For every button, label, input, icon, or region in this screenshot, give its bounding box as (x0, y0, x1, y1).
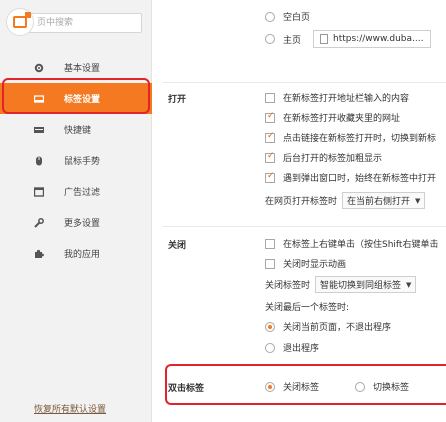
dblclick-option[interactable]: 切换标签 (355, 380, 409, 393)
home-url-value: https://www.duba.... (333, 34, 424, 44)
option-label: 后台打开的标签加粗显示 (283, 154, 383, 164)
option-label: 在新标签打开地址栏输入的内容 (283, 94, 410, 104)
puzzle-icon (35, 249, 44, 258)
select-value: 智能切换到同组标签 (320, 281, 402, 291)
radio-button[interactable] (265, 11, 275, 22)
option-label: 关闭时显示动画 (283, 260, 347, 270)
open-position-label: 在网页打开标签时 (265, 197, 338, 207)
settings-nav: 基本设置 标签设置 快捷键 鼠标手势 广告过滤 更多设置 我的应用 (0, 52, 152, 269)
close-option[interactable]: 关闭时显示动画 (265, 257, 346, 270)
section-title-open: 打开 (168, 95, 187, 105)
open-option[interactable]: 在新标签打开收藏夹里的网址 (265, 111, 400, 124)
select-value: 在当前右侧打开 (347, 197, 411, 207)
sidebar-item-apps[interactable]: 我的应用 (0, 238, 152, 269)
checkbox[interactable] (265, 111, 275, 123)
browser-logo (6, 8, 34, 36)
close-tab-row: 关闭标签时 智能切换到同组标签 ▼ (265, 276, 417, 293)
sidebar-item-shortcuts[interactable]: 快捷键 (0, 114, 152, 145)
search-input[interactable]: 页中搜索 (18, 13, 142, 33)
option-label: 关闭标签 (283, 383, 320, 393)
radio-button[interactable] (355, 381, 365, 392)
open-position-select[interactable]: 在当前右侧打开 ▼ (342, 192, 426, 209)
open-option[interactable]: 在新标签打开地址栏输入的内容 (265, 91, 409, 104)
sidebar: 页中搜索 基本设置 标签设置 快捷键 鼠标手势 广告过滤 更多设置 我的应用 恢… (0, 0, 152, 422)
sidebar-item-tabs[interactable]: 标签设置 (0, 83, 152, 114)
settings-content: 空白页 主页 https://www.duba.... 打开 在新标签打开地址栏… (153, 0, 446, 422)
option-label: 退出程序 (283, 344, 320, 354)
page-icon (320, 34, 329, 44)
option-label: 点击链接在新标签打开时，切换到新标 (283, 134, 437, 144)
wrench-icon (34, 217, 44, 228)
dropdown-arrow-icon: ▼ (415, 196, 421, 205)
sidebar-item-mouse-gesture[interactable]: 鼠标手势 (0, 145, 152, 176)
gear-icon (34, 63, 44, 72)
sidebar-item-label: 标签设置 (64, 95, 101, 105)
sidebar-item-label: 基本设置 (64, 64, 101, 74)
last-tab-option[interactable]: 关闭当前页面，不退出程序 (265, 320, 391, 333)
sidebar-item-more[interactable]: 更多设置 (0, 207, 152, 238)
checkbox[interactable] (265, 171, 275, 183)
option-label: 关闭当前页面，不退出程序 (283, 323, 392, 333)
divider (163, 226, 446, 227)
startup-home-option[interactable]: 主页 https://www.duba.... (265, 30, 432, 48)
divider (163, 82, 446, 83)
radio-button[interactable] (265, 342, 275, 353)
option-label: 切换标签 (373, 383, 410, 393)
option-label: 在新标签打开收藏夹里的网址 (283, 114, 401, 124)
option-label: 遇到弹出窗口时，始终在新标签中打开 (283, 174, 437, 184)
close-tab-label: 关闭标签时 (265, 281, 311, 291)
sidebar-item-label: 鼠标手势 (64, 157, 101, 167)
dblclick-option[interactable]: 关闭标签 (265, 380, 319, 393)
keyboard-icon (34, 126, 44, 133)
sidebar-item-label: 快捷键 (64, 126, 92, 136)
filter-icon (34, 186, 44, 197)
checkbox[interactable] (265, 131, 275, 143)
radio-button[interactable] (265, 34, 275, 44)
startup-blank-option[interactable]: 空白页 (265, 10, 310, 23)
mouse-icon (36, 156, 42, 165)
checkbox[interactable] (265, 238, 275, 249)
last-tab-option[interactable]: 退出程序 (265, 341, 319, 354)
open-option[interactable]: 点击链接在新标签打开时，切换到新标 (265, 131, 436, 144)
option-label: 主页 (283, 35, 302, 46)
checkbox[interactable] (265, 92, 275, 103)
option-label: 在标签上右键单击（按住Shift右键单击 (283, 240, 439, 250)
restore-defaults-link[interactable]: 恢复所有默认设置 (34, 402, 106, 415)
open-option[interactable]: 遇到弹出窗口时，始终在新标签中打开 (265, 171, 436, 184)
section-title-dblclick: 双击标签 (168, 384, 205, 394)
open-position-row: 在网页打开标签时 在当前右侧打开 ▼ (265, 192, 426, 209)
sidebar-item-label: 广告过滤 (64, 188, 101, 198)
checkbox[interactable] (265, 258, 275, 269)
last-tab-label: 关闭最后一个标签时: (265, 303, 350, 313)
home-url-field[interactable]: https://www.duba.... (313, 30, 432, 48)
sidebar-item-basic[interactable]: 基本设置 (0, 52, 152, 83)
radio-button[interactable] (265, 381, 275, 392)
dropdown-arrow-icon: ▼ (406, 280, 412, 289)
checkbox[interactable] (265, 151, 275, 163)
close-option[interactable]: 在标签上右键单击（按住Shift右键单击 (265, 237, 438, 250)
tab-icon (34, 94, 44, 103)
open-option[interactable]: 后台打开的标签加粗显示 (265, 151, 382, 164)
option-label: 空白页 (283, 13, 311, 23)
section-title-close: 关闭 (168, 241, 187, 251)
radio-button[interactable] (265, 321, 275, 332)
sidebar-item-ad-filter[interactable]: 广告过滤 (0, 176, 152, 207)
close-tab-select[interactable]: 智能切换到同组标签 ▼ (315, 276, 417, 293)
sidebar-item-label: 我的应用 (64, 250, 101, 260)
sidebar-item-label: 更多设置 (64, 219, 101, 229)
